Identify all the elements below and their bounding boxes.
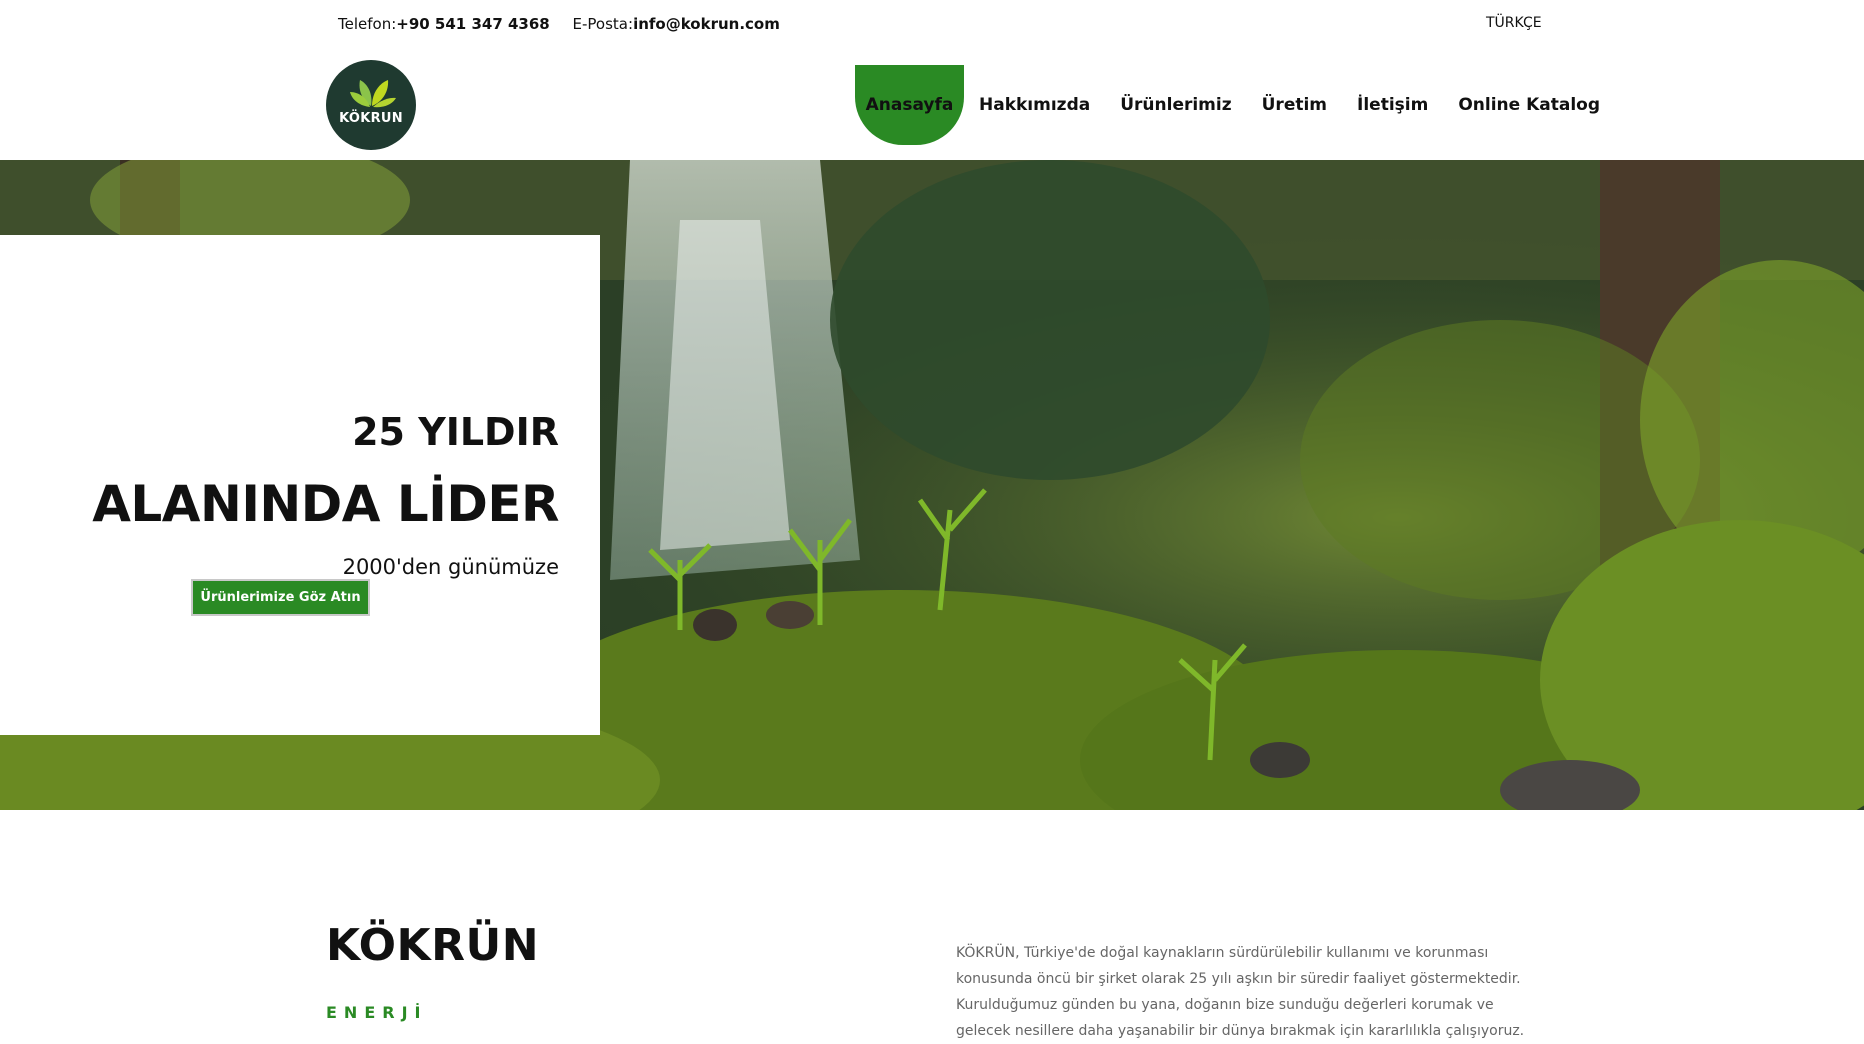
logo-text: KÖKRUN bbox=[339, 111, 403, 126]
nav-item-anasayfa[interactable]: Anasayfa bbox=[855, 65, 964, 145]
phone-link[interactable]: +90 541 347 4368 bbox=[396, 15, 549, 33]
nav-item-online-katalog[interactable]: Online Katalog bbox=[1443, 65, 1615, 145]
top-bar: Telefon:+90 541 347 4368 E-Posta:info@ko… bbox=[0, 0, 1864, 50]
hero-tagline: 25 YILDIR bbox=[352, 410, 559, 454]
language-selector[interactable]: TÜRKÇE bbox=[1486, 15, 1542, 31]
email-link[interactable]: info@kokrun.com bbox=[633, 15, 780, 33]
nav-item-hakkimizda[interactable]: Hakkımızda bbox=[964, 65, 1105, 145]
products-cta-button[interactable]: Ürünlerimize Göz Atın bbox=[191, 579, 370, 616]
hero-banner: 25 YILDIR ALANINDA LİDER 2000'den günümü… bbox=[0, 160, 1864, 810]
leaf-logo-icon bbox=[350, 80, 396, 108]
about-title: KÖKRÜN bbox=[326, 920, 540, 971]
nav-item-iletisim[interactable]: İletişim bbox=[1342, 65, 1443, 145]
hero-card: 25 YILDIR ALANINDA LİDER 2000'den günümü… bbox=[0, 235, 600, 735]
nav-item-uretim[interactable]: Üretim bbox=[1247, 65, 1342, 145]
phone-label: Telefon: bbox=[338, 15, 397, 33]
hero-heading: ALANINDA LİDER bbox=[92, 475, 559, 533]
email-label: E-Posta: bbox=[572, 15, 634, 33]
contact-info: Telefon:+90 541 347 4368 E-Posta:info@ko… bbox=[338, 15, 780, 33]
about-subtitle: ENERJİ bbox=[326, 1003, 428, 1022]
main-nav: Anasayfa Hakkımızda Ürünlerimiz Üretim İ… bbox=[855, 65, 1615, 145]
hero-subheading: 2000'den günümüze bbox=[342, 555, 559, 579]
nav-item-urunlerimiz[interactable]: Ürünlerimiz bbox=[1105, 65, 1246, 145]
about-description: KÖKRÜN, Türkiye'de doğal kaynakların sür… bbox=[956, 945, 1525, 1039]
site-header: KÖKRUN Anasayfa Hakkımızda Ürünlerimiz Ü… bbox=[0, 50, 1864, 160]
logo[interactable]: KÖKRUN bbox=[326, 60, 416, 150]
